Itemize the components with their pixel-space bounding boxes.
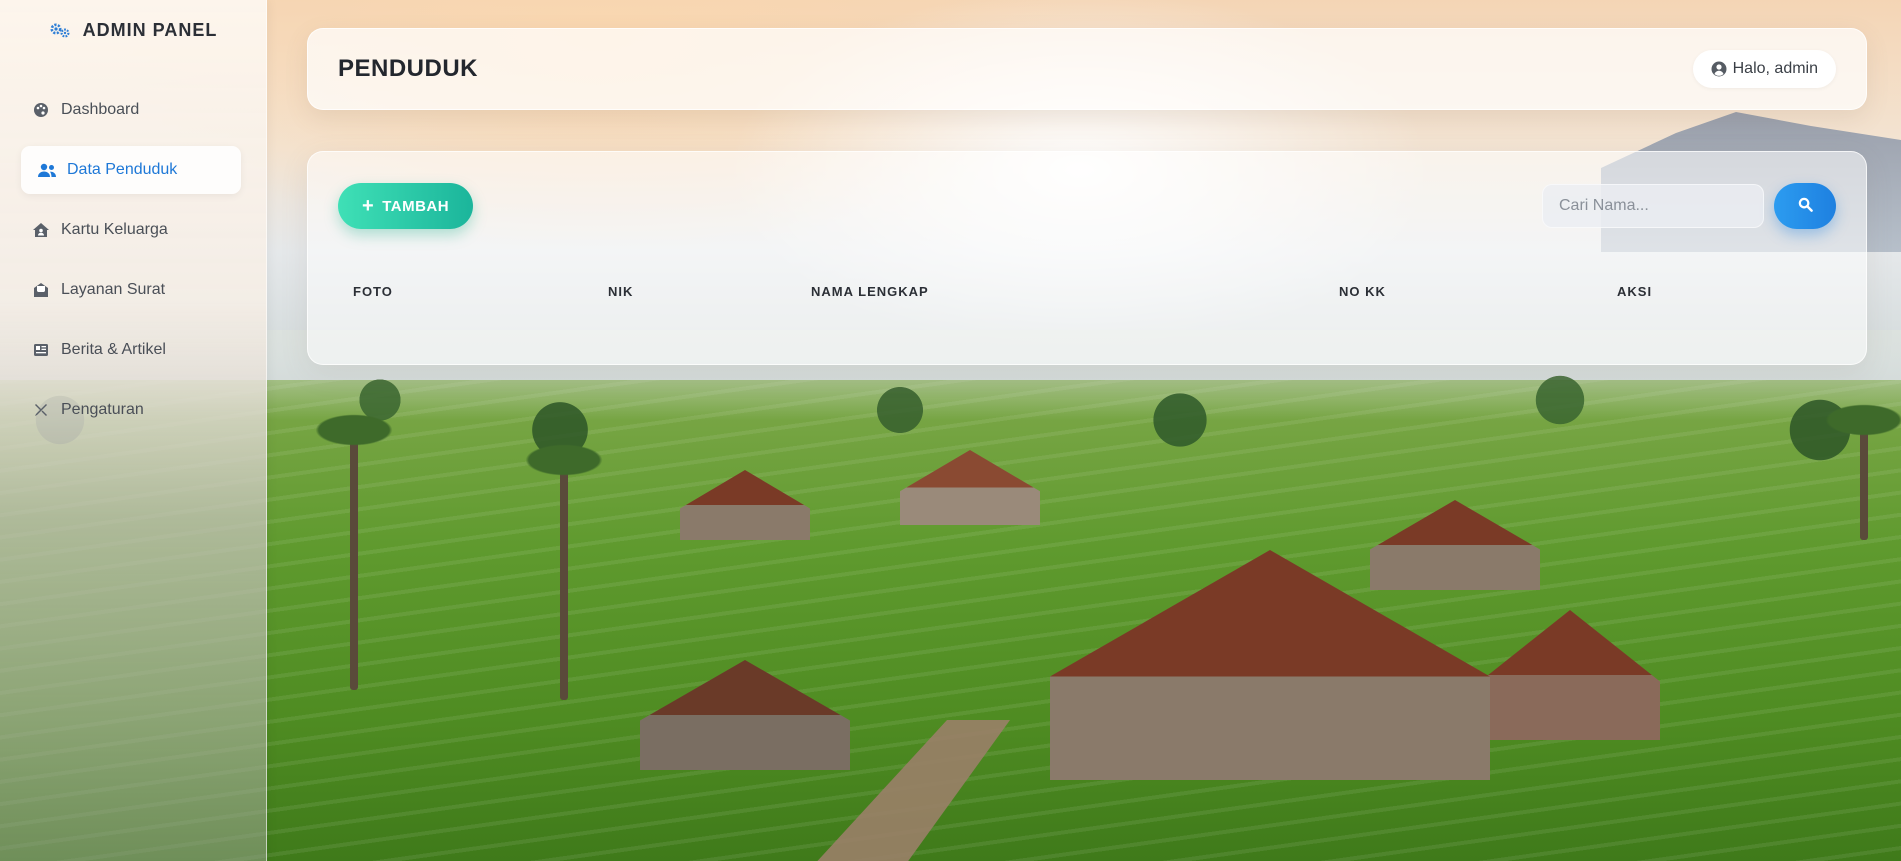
- sidebar-item-label: Kartu Keluarga: [61, 221, 168, 238]
- sidebar-item-label: Layanan Surat: [61, 281, 166, 298]
- add-button[interactable]: + TAMBAH: [338, 183, 474, 229]
- sidebar-item-pengaturan[interactable]: Pengaturan: [21, 386, 241, 434]
- brand-title: ADMIN PANEL: [82, 20, 218, 40]
- search-button[interactable]: [1774, 183, 1836, 229]
- user-greeting[interactable]: Halo, admin: [1692, 50, 1836, 88]
- greeting-text: Halo, admin: [1732, 60, 1818, 77]
- sidebar-item-kartu-keluarga[interactable]: Kartu Keluarga: [21, 206, 241, 254]
- sidebar-item-label: Pengaturan: [61, 401, 144, 418]
- sidebar-item-dashboard[interactable]: Dashboard: [21, 86, 241, 134]
- column-header-aksi: AKSI: [1617, 284, 1653, 299]
- column-header-foto: FOTO: [353, 284, 393, 299]
- gears-icon: [49, 20, 77, 40]
- sidebar-item-label: Data Penduduk: [67, 161, 178, 178]
- sidebar-item-label: Dashboard: [61, 101, 140, 118]
- column-header-no-kk: NO KK: [1339, 284, 1386, 299]
- sidebar-item-berita-artikel[interactable]: Berita & Artikel: [21, 326, 241, 374]
- background-landscape: [0, 0, 1901, 861]
- page-title: PENDUDUK: [338, 55, 479, 82]
- newspaper-icon: [31, 340, 51, 360]
- envelope-open-icon: [31, 280, 51, 300]
- column-header-nik: NIK: [608, 284, 634, 299]
- column-header-nama-lengkap: NAMA LENGKAP: [811, 284, 929, 299]
- users-icon: [37, 160, 57, 180]
- user-circle-icon: [1711, 61, 1727, 77]
- sidebar: ADMIN PANEL Dashboard Data Penduduk Kart…: [0, 0, 267, 861]
- brand: ADMIN PANEL: [0, 20, 266, 41]
- house-user-icon: [31, 220, 51, 240]
- palette-icon: [31, 100, 51, 120]
- tools-icon: [31, 400, 51, 420]
- residents-panel: + TAMBAH FOTO NIK NAMA LENGKAP NO KK AKS…: [307, 151, 1867, 365]
- sidebar-nav: Dashboard Data Penduduk Kartu Keluarga L…: [21, 86, 241, 446]
- header-bar: PENDUDUK Halo, admin: [307, 28, 1867, 110]
- search-bar: [1542, 183, 1836, 229]
- sidebar-item-data-penduduk[interactable]: Data Penduduk: [21, 146, 241, 194]
- plus-icon: +: [362, 195, 375, 217]
- search-icon: [1798, 197, 1813, 215]
- add-button-label: TAMBAH: [382, 197, 450, 215]
- search-input[interactable]: [1542, 184, 1764, 228]
- sidebar-item-layanan-surat[interactable]: Layanan Surat: [21, 266, 241, 314]
- sidebar-item-label: Berita & Artikel: [61, 341, 166, 358]
